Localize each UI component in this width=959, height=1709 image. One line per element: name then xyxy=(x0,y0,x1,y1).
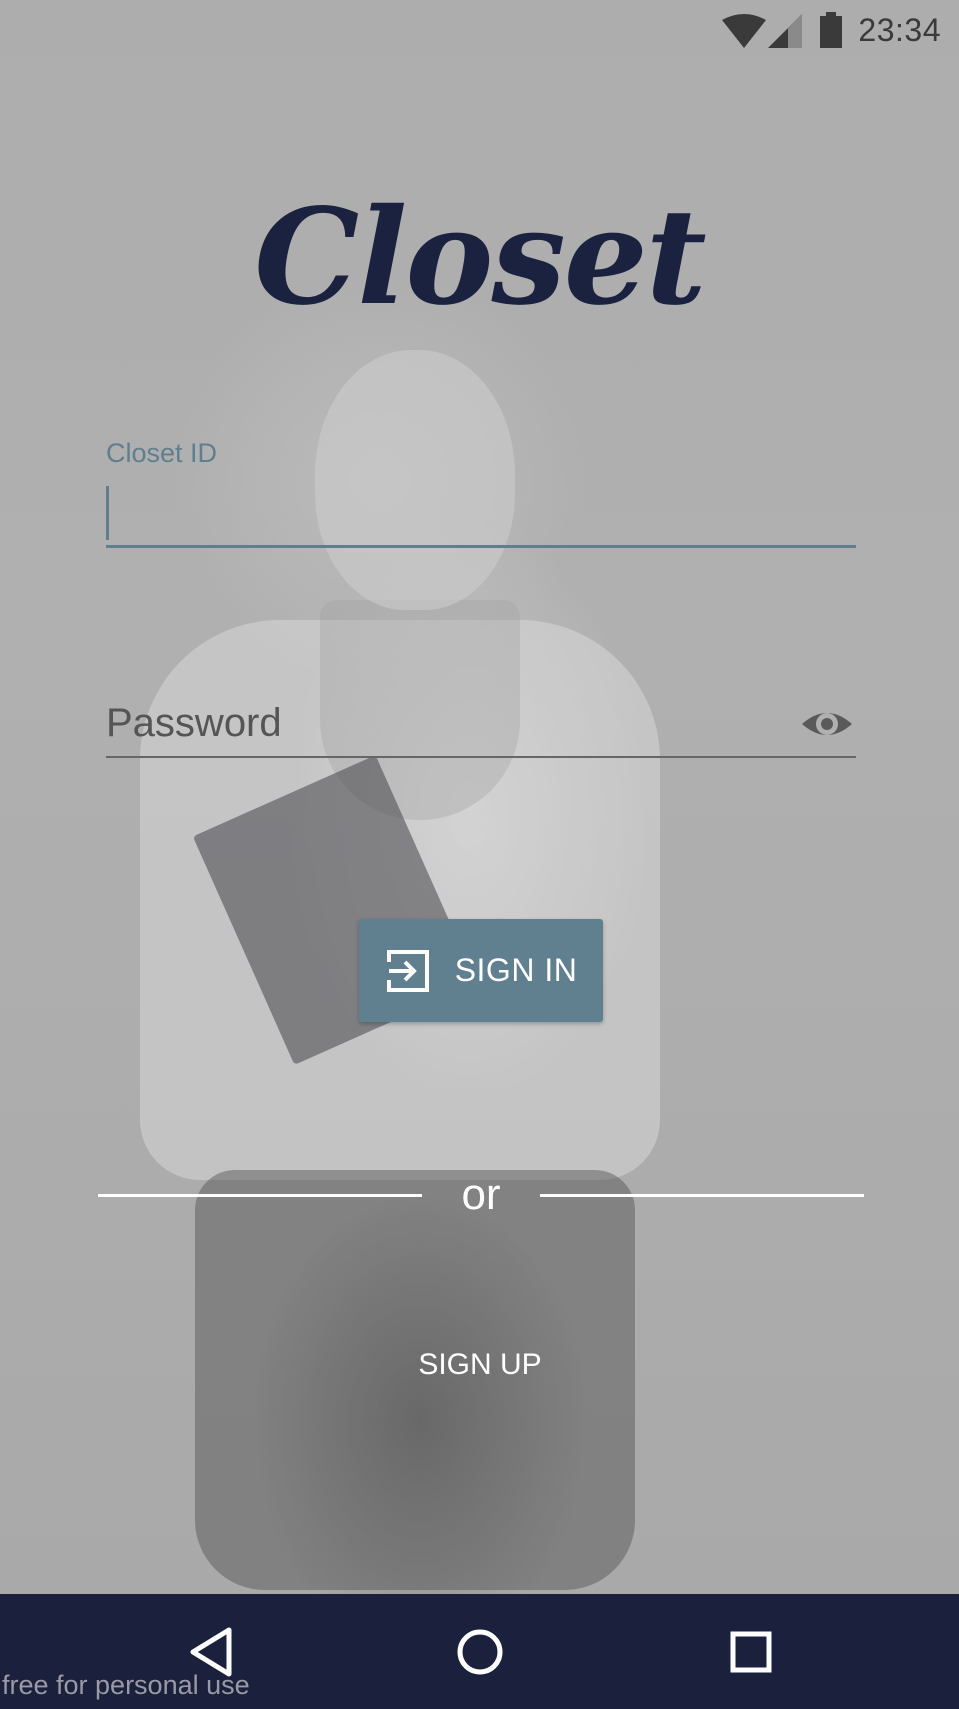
app-logo: Closet xyxy=(254,180,707,335)
login-icon xyxy=(386,949,429,992)
recents-icon[interactable] xyxy=(721,1622,781,1682)
divider-left xyxy=(98,1194,422,1197)
closet-id-label: Closet ID xyxy=(106,438,218,468)
eye-icon[interactable] xyxy=(800,700,854,748)
closet-id-input[interactable] xyxy=(106,478,856,548)
cell-signal-icon xyxy=(768,14,802,48)
divider-or-text: or xyxy=(461,1170,501,1219)
sign-in-label: SIGN IN xyxy=(454,952,578,988)
watermark-text: free for personal use xyxy=(2,1670,250,1700)
home-icon[interactable] xyxy=(450,1622,510,1682)
sign-in-button[interactable]: SIGN IN xyxy=(359,919,603,1022)
sign-up-button[interactable]: SIGN UP xyxy=(380,1340,580,1390)
login-screen: 23:34 Closet Closet ID SIGN IN or SIGN U… xyxy=(0,0,959,1709)
wifi-icon xyxy=(722,14,766,48)
status-bar: 23:34 xyxy=(0,0,959,62)
battery-icon xyxy=(820,12,842,48)
divider-right xyxy=(540,1194,864,1197)
text-cursor xyxy=(106,486,109,540)
status-time: 23:34 xyxy=(858,12,941,48)
password-input[interactable] xyxy=(106,690,856,758)
